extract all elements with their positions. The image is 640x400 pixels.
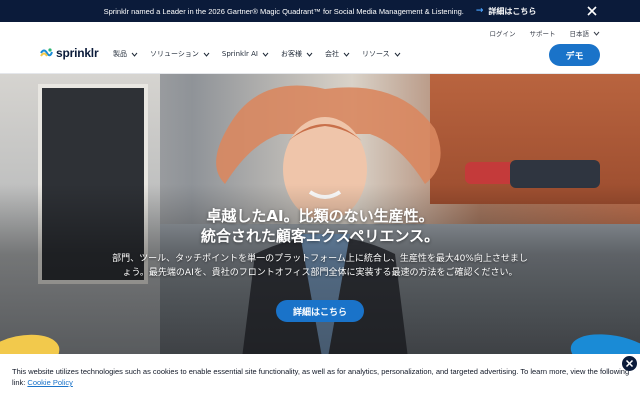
nav-label: 会社 [324, 50, 339, 58]
nav-item-sprinklr-ai[interactable]: Sprinklr AI [222, 49, 269, 59]
cookie-banner: This website utilizes technologies such … [0, 354, 640, 400]
hero-headline-line2: 統合された顧客エクスペリエンス。 [200, 227, 440, 245]
hero-headline-line1: 卓越したAI。比類のない生産性。 [206, 207, 434, 225]
language-label: 日本語 [569, 30, 590, 38]
nav-item-resources[interactable]: リソース [362, 49, 401, 59]
login-link[interactable]: ログイン [490, 28, 516, 38]
cookie-close-button[interactable] [622, 356, 637, 371]
sprinklr-logo[interactable]: sprinklr [40, 46, 99, 60]
hero-section: 卓越したAI。比類のない生産性。 統合された顧客エクスペリエンス。 部門、ツール… [0, 74, 640, 360]
demo-button[interactable]: デモ [549, 44, 600, 66]
nav-item-products[interactable]: 製品 [113, 49, 138, 59]
announcement-cta-link[interactable]: → 詳細はこちら [476, 6, 537, 17]
arrow-right-icon: → [475, 6, 484, 16]
main-nav: 製品 ソリューション Sprinklr AI お客様 会社 リソース [113, 49, 401, 59]
chevron-down-icon [131, 52, 138, 57]
nav-item-customers[interactable]: お客様 [281, 49, 313, 59]
hero-headline: 卓越したAI。比類のない生産性。 統合された顧客エクスペリエンス。 [0, 206, 640, 246]
cookie-policy-link[interactable]: Cookie Policy [27, 378, 72, 387]
close-icon[interactable] [586, 5, 598, 17]
hero-background-car [465, 162, 515, 184]
utility-nav: ログイン サポート 日本語 [490, 28, 601, 38]
cookie-text-block: This website utilizes technologies such … [12, 366, 632, 388]
announcement-message: Sprinklr named a Leader in the 2026 Gart… [103, 6, 464, 16]
close-icon [625, 359, 634, 368]
nav-item-solutions[interactable]: ソリューション [150, 49, 210, 59]
nav-label: お客様 [280, 50, 302, 58]
nav-label: 製品 [113, 50, 127, 58]
sprinklr-logo-icon [40, 48, 53, 57]
hero-subtext-line1: 部門、ツール、タッチポイントを単一のプラットフォーム上に統合し、生産性を最大40… [112, 254, 528, 264]
hero-learn-more-button[interactable]: 詳細はこちら [276, 300, 364, 322]
announcement-bar: Sprinklr named a Leader in the 2026 Gart… [0, 0, 640, 22]
cookie-message: This website utilizes technologies such … [12, 367, 630, 387]
nav-item-company[interactable]: 会社 [325, 49, 350, 59]
chevron-down-icon [306, 52, 313, 57]
site-header: ログイン サポート 日本語 sprinklr 製品 ソリューション Sprink… [0, 22, 640, 74]
nav-label: Sprinklr AI [221, 50, 258, 58]
support-link[interactable]: サポート [530, 28, 556, 38]
chevron-down-icon [262, 52, 269, 57]
announcement-cta-label: 詳細はこちら [488, 6, 537, 16]
nav-label: ソリューション [150, 50, 199, 58]
chevron-down-icon [593, 31, 600, 36]
chevron-down-icon [203, 52, 210, 57]
chevron-down-icon [343, 52, 350, 57]
language-selector[interactable]: 日本語 [570, 28, 601, 38]
logo-wordmark: sprinklr [56, 46, 99, 60]
hero-subtext-line2: ょう。最先端のAIを、貴社のフロントオフィス部門全体に実装する最速の方法をご確認… [122, 268, 518, 278]
chevron-down-icon [394, 52, 401, 57]
nav-label: リソース [361, 50, 390, 58]
hero-subtext: 部門、ツール、タッチポイントを単一のプラットフォーム上に統合し、生産性を最大40… [80, 252, 560, 280]
